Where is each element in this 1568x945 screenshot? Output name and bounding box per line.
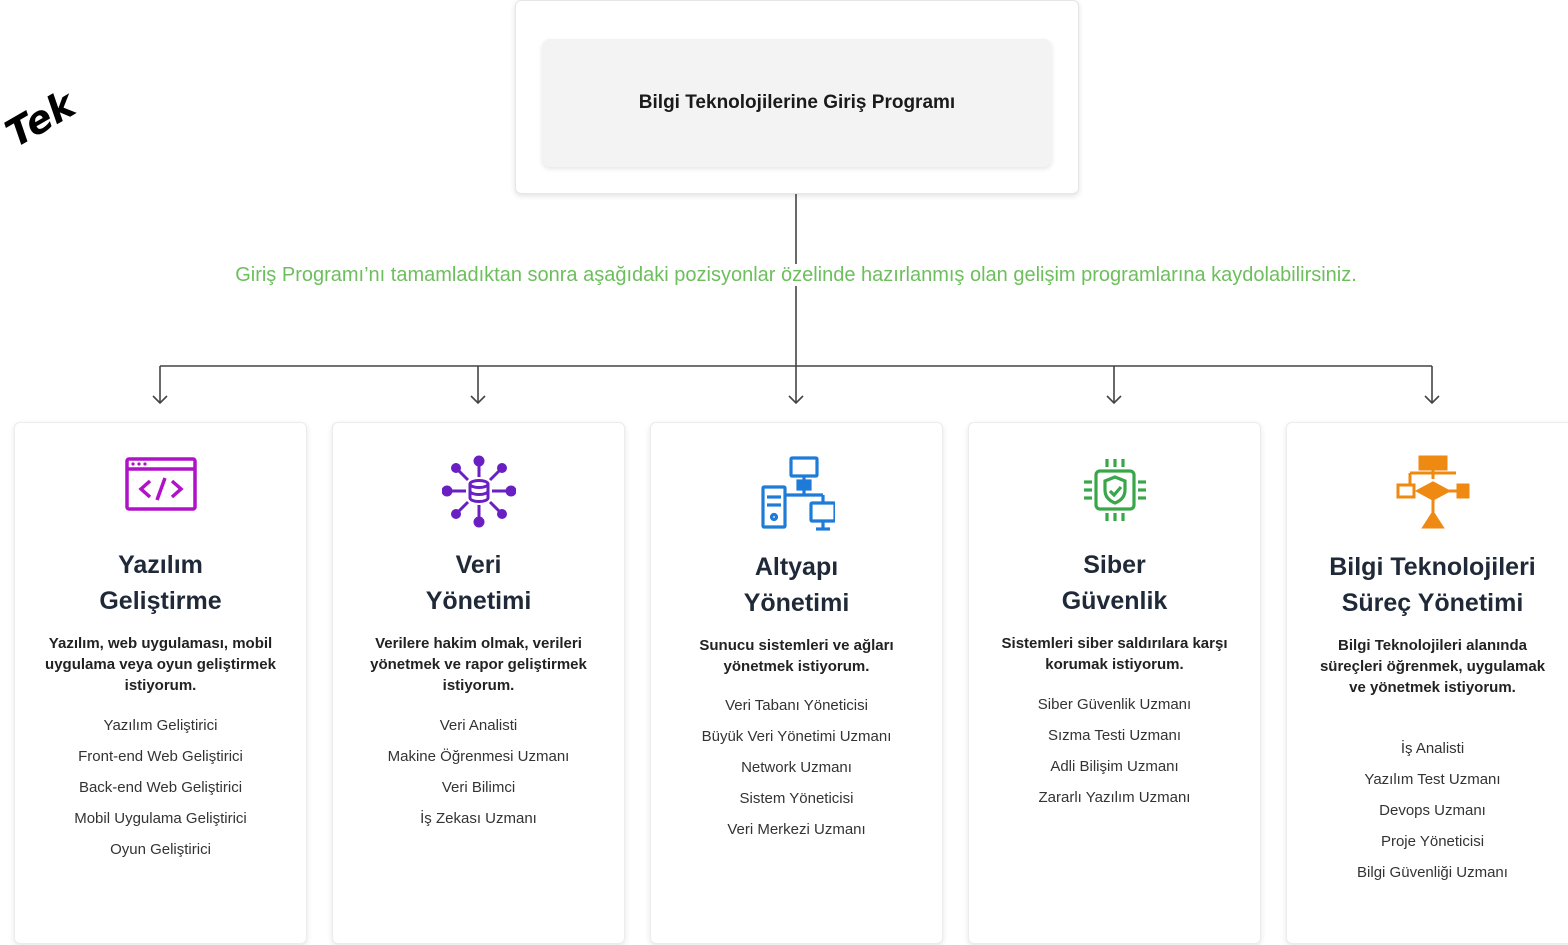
card-title: Veri Yönetimi: [425, 551, 532, 615]
card-title: Altyapı Yönetimi: [743, 553, 850, 617]
list-item: Veri Tabanı Yöneticisi: [725, 697, 868, 714]
card-title: Siber Güvenlik: [1061, 551, 1168, 615]
list-item: Siber Güvenlik Uzmanı: [1037, 696, 1192, 713]
list-item: Proje Yöneticisi: [1380, 833, 1485, 850]
position-list: Yazılım Geliştirici Front-end Web Gelişt…: [25, 710, 296, 865]
database-network-icon: [333, 455, 624, 533]
list-item: İş Zekası Uzmanı: [420, 810, 537, 827]
position-list: Siber Güvenlik Uzmanı Sızma Testi Uzmanı…: [979, 689, 1250, 813]
card-infrastructure-management[interactable]: Altyapı Yönetimi Sunucu sistemleri ve ağ…: [650, 422, 943, 944]
list-item: Yazılım Test Uzmanı: [1364, 771, 1501, 788]
card-cyber-security[interactable]: Siber Güvenlik Sistemleri siber saldırıl…: [968, 422, 1261, 944]
process-flow-icon: [1287, 455, 1568, 533]
list-item: Bilgi Güvenliği Uzmanı: [1357, 864, 1508, 881]
info-note-text: Giriş Programı’nı tamamladıktan sonra aş…: [233, 264, 1359, 286]
list-item: Yazılım Geliştirici: [103, 717, 218, 734]
card-description: Sunucu sistemleri ve ağları yönetmek ist…: [699, 637, 894, 675]
decorative-corner-text: Tek: [0, 81, 83, 157]
list-item: Büyük Veri Yönetimi Uzmanı: [701, 728, 892, 745]
info-note: Giriş Programı’nı tamamladıktan sonra aş…: [0, 264, 1568, 287]
card-title: Bilgi Teknolojileri Süreç Yönetimi: [1329, 553, 1536, 617]
list-item: Oyun Geliştirici: [110, 841, 211, 858]
list-item: Front-end Web Geliştirici: [78, 748, 243, 765]
code-window-icon: [15, 455, 306, 533]
list-item: Sızma Testi Uzmanı: [1047, 727, 1182, 744]
position-list: İş Analisti Yazılım Test Uzmanı Devops U…: [1297, 733, 1568, 888]
list-item: Sistem Yöneticisi: [739, 790, 854, 807]
list-item: Mobil Uygulama Geliştirici: [74, 810, 247, 827]
list-item: Adli Bilişim Uzmanı: [1050, 758, 1179, 775]
server-network-icon: [651, 455, 942, 533]
card-data-management[interactable]: Veri Yönetimi Verilere hakim olmak, veri…: [332, 422, 625, 944]
list-item: Veri Bilimci: [441, 779, 516, 796]
card-description: Verilere hakim olmak, verileri yönetmek …: [370, 635, 587, 694]
list-item: Network Uzmanı: [741, 759, 852, 776]
shield-chip-icon: [969, 455, 1260, 533]
list-item: Veri Merkezi Uzmanı: [727, 821, 866, 838]
list-item: Veri Analisti: [439, 717, 518, 734]
card-title: Yazılım Geliştirme: [99, 551, 222, 615]
list-item: Zararlı Yazılım Uzmanı: [1038, 789, 1191, 806]
card-description: Sistemleri siber saldırılara karşı korum…: [1001, 635, 1228, 673]
list-item: Back-end Web Geliştirici: [78, 779, 243, 796]
intro-program-title: Bilgi Teknolojilerine Giriş Programı: [638, 92, 956, 113]
intro-program-box: Bilgi Teknolojilerine Giriş Programı: [542, 39, 1052, 167]
card-description: Bilgi Teknolojileri alanında süreçleri ö…: [1319, 637, 1546, 696]
position-list: Veri Analisti Makine Öğrenmesi Uzmanı Ve…: [343, 710, 614, 834]
card-it-process-management[interactable]: Bilgi Teknolojileri Süreç Yönetimi Bilgi…: [1286, 422, 1568, 944]
list-item: Makine Öğrenmesi Uzmanı: [387, 748, 570, 765]
card-description: Yazılım, web uygulaması, mobil uygulama …: [45, 635, 276, 694]
intro-program-card[interactable]: Bilgi Teknolojilerine Giriş Programı: [515, 0, 1079, 194]
list-item: Devops Uzmanı: [1379, 802, 1486, 819]
position-list: Veri Tabanı Yöneticisi Büyük Veri Yöneti…: [661, 690, 932, 845]
list-item: İş Analisti: [1400, 740, 1465, 757]
card-software-development[interactable]: Yazılım Geliştirme Yazılım, web uygulama…: [14, 422, 307, 944]
